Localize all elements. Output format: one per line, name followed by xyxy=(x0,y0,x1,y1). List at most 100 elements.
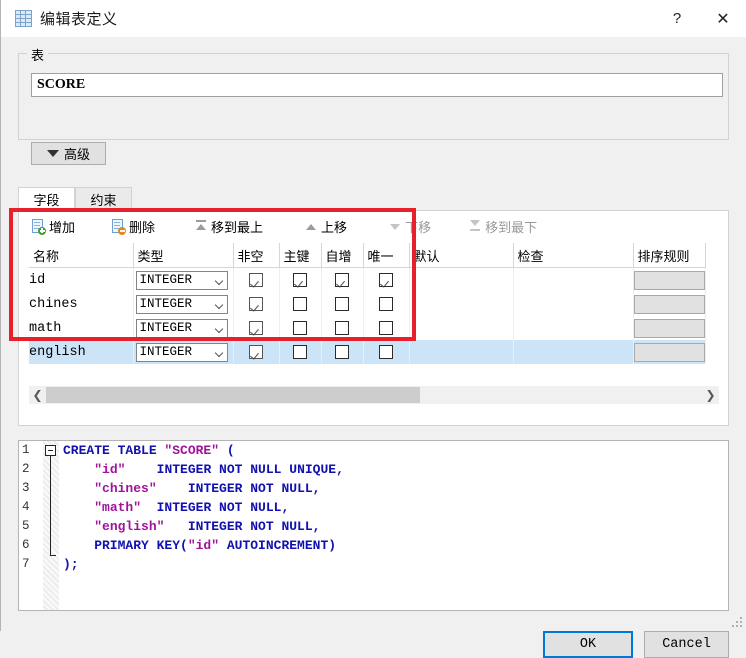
col-header-unique[interactable]: 唯一 xyxy=(363,243,410,268)
col-header-default[interactable]: 默认 xyxy=(409,243,514,268)
checkbox[interactable] xyxy=(293,321,307,335)
ok-button[interactable]: OK xyxy=(543,631,633,658)
cell-notnull-checkbox[interactable] xyxy=(233,340,280,364)
checkbox[interactable] xyxy=(379,297,393,311)
col-header-collation[interactable]: 排序规则 xyxy=(633,243,706,268)
checkbox[interactable] xyxy=(335,345,349,359)
cell-field-name[interactable]: id xyxy=(29,267,134,292)
type-select[interactable]: INTEGER xyxy=(135,318,228,338)
collation-select[interactable] xyxy=(633,294,705,314)
add-field-label: 增加 xyxy=(49,219,76,235)
cell-autoincrement-checkbox[interactable] xyxy=(321,316,364,340)
help-button[interactable]: ? xyxy=(654,0,700,37)
col-header-autoincrement[interactable]: 自增 xyxy=(321,243,364,268)
cell-default-value[interactable] xyxy=(409,267,514,292)
checkbox[interactable] xyxy=(379,345,393,359)
col-header-name[interactable]: 名称 xyxy=(29,243,134,268)
table-row[interactable]: id INTEGER xyxy=(29,267,706,292)
cell-unique-checkbox[interactable] xyxy=(363,267,410,292)
checkbox[interactable] xyxy=(293,297,307,311)
cell-field-type[interactable]: INTEGER xyxy=(133,267,234,292)
checkbox[interactable] xyxy=(249,321,263,335)
cell-default-value[interactable] xyxy=(409,292,514,316)
cell-field-name[interactable]: chines xyxy=(29,292,134,316)
checkbox[interactable] xyxy=(335,297,349,311)
cell-field-type[interactable]: INTEGER xyxy=(133,292,234,316)
fields-grid[interactable]: 名称 类型 非空 主键 自增 唯一 默认 检查 排序规则 id INTEGER ch… xyxy=(29,243,719,376)
cell-primarykey-checkbox[interactable] xyxy=(279,267,322,292)
table-row[interactable]: english INTEGER xyxy=(29,340,706,364)
col-header-type[interactable]: 类型 xyxy=(133,243,234,268)
delete-field-button[interactable]: 删除 xyxy=(105,211,161,241)
table-row[interactable]: chines INTEGER xyxy=(29,292,706,316)
cell-field-type[interactable]: INTEGER xyxy=(133,340,234,364)
cell-unique-checkbox[interactable] xyxy=(363,292,410,316)
collation-select[interactable] xyxy=(633,342,705,362)
col-header-primarykey[interactable]: 主键 xyxy=(279,243,322,268)
move-to-top-button[interactable]: 移到最上 xyxy=(189,211,269,241)
fold-collapse-icon[interactable] xyxy=(45,445,56,456)
scroll-left-icon[interactable]: ❮ xyxy=(29,386,46,404)
cell-check-value[interactable] xyxy=(513,267,634,292)
cell-collation-value[interactable] xyxy=(633,340,706,364)
cell-primarykey-checkbox[interactable] xyxy=(279,316,322,340)
sql-line: "id" INTEGER NOT NULL UNIQUE, xyxy=(63,460,723,479)
table-row[interactable]: math INTEGER xyxy=(29,316,706,340)
cell-primarykey-checkbox[interactable] xyxy=(279,340,322,364)
cell-notnull-checkbox[interactable] xyxy=(233,292,280,316)
tab-fields[interactable]: 字段 xyxy=(18,187,75,211)
cell-autoincrement-checkbox[interactable] xyxy=(321,292,364,316)
cell-check-value[interactable] xyxy=(513,292,634,316)
cell-check-value[interactable] xyxy=(513,340,634,364)
code-folding-margin[interactable] xyxy=(43,441,59,610)
cell-check-value[interactable] xyxy=(513,316,634,340)
cell-unique-checkbox[interactable] xyxy=(363,316,410,340)
checkbox[interactable] xyxy=(379,321,393,335)
tab-constraints[interactable]: 约束 xyxy=(75,187,132,211)
cell-unique-checkbox[interactable] xyxy=(363,340,410,364)
scroll-right-icon[interactable]: ❯ xyxy=(702,386,719,404)
checkbox[interactable] xyxy=(249,345,263,359)
grid-horizontal-scrollbar[interactable]: ❮ ❯ xyxy=(29,386,719,404)
cell-field-name[interactable]: english xyxy=(29,340,134,364)
sql-preview-editor[interactable]: 1 2 3 4 5 6 7 CREATE TABLE "SCORE" ( "id" INTE… xyxy=(18,440,729,611)
grid-body: id INTEGER chines INTEGER math INTEGER english… xyxy=(29,267,706,364)
advanced-button[interactable]: 高级 xyxy=(31,142,106,165)
close-icon[interactable]: ✕ xyxy=(700,0,746,37)
checkbox[interactable] xyxy=(249,297,263,311)
cell-notnull-checkbox[interactable] xyxy=(233,316,280,340)
cell-default-value[interactable] xyxy=(409,316,514,340)
cell-default-value[interactable] xyxy=(409,340,514,364)
checkbox[interactable] xyxy=(335,273,349,287)
checkbox[interactable] xyxy=(379,273,393,287)
checkbox[interactable] xyxy=(249,273,263,287)
cell-field-type[interactable]: INTEGER xyxy=(133,316,234,340)
cell-primarykey-checkbox[interactable] xyxy=(279,292,322,316)
collation-select[interactable] xyxy=(633,318,705,338)
checkbox[interactable] xyxy=(293,273,307,287)
sql-token: ( xyxy=(219,443,235,458)
sql-code[interactable]: CREATE TABLE "SCORE" ( "id" INTEGER NOT … xyxy=(63,441,723,610)
scrollbar-thumb[interactable] xyxy=(46,387,420,403)
add-field-button[interactable]: 增加 xyxy=(25,211,81,241)
cell-autoincrement-checkbox[interactable] xyxy=(321,267,364,292)
resize-grip[interactable] xyxy=(732,617,743,628)
type-select[interactable]: INTEGER xyxy=(135,294,228,314)
col-header-notnull[interactable]: 非空 xyxy=(233,243,280,268)
collation-select[interactable] xyxy=(633,270,705,290)
move-up-button[interactable]: 上移 xyxy=(299,211,353,241)
cell-autoincrement-checkbox[interactable] xyxy=(321,340,364,364)
checkbox[interactable] xyxy=(293,345,307,359)
type-select[interactable]: INTEGER xyxy=(135,270,228,290)
cell-field-name[interactable]: math xyxy=(29,316,134,340)
table-name-input[interactable] xyxy=(31,73,723,97)
checkbox[interactable] xyxy=(335,321,349,335)
cell-notnull-checkbox[interactable] xyxy=(233,267,280,292)
scrollbar-track[interactable] xyxy=(46,387,702,403)
cell-collation-value[interactable] xyxy=(633,316,706,340)
cell-collation-value[interactable] xyxy=(633,292,706,316)
cell-collation-value[interactable] xyxy=(633,267,706,292)
cancel-button[interactable]: Cancel xyxy=(644,631,729,658)
type-select[interactable]: INTEGER xyxy=(135,342,228,362)
col-header-check[interactable]: 检查 xyxy=(513,243,634,268)
